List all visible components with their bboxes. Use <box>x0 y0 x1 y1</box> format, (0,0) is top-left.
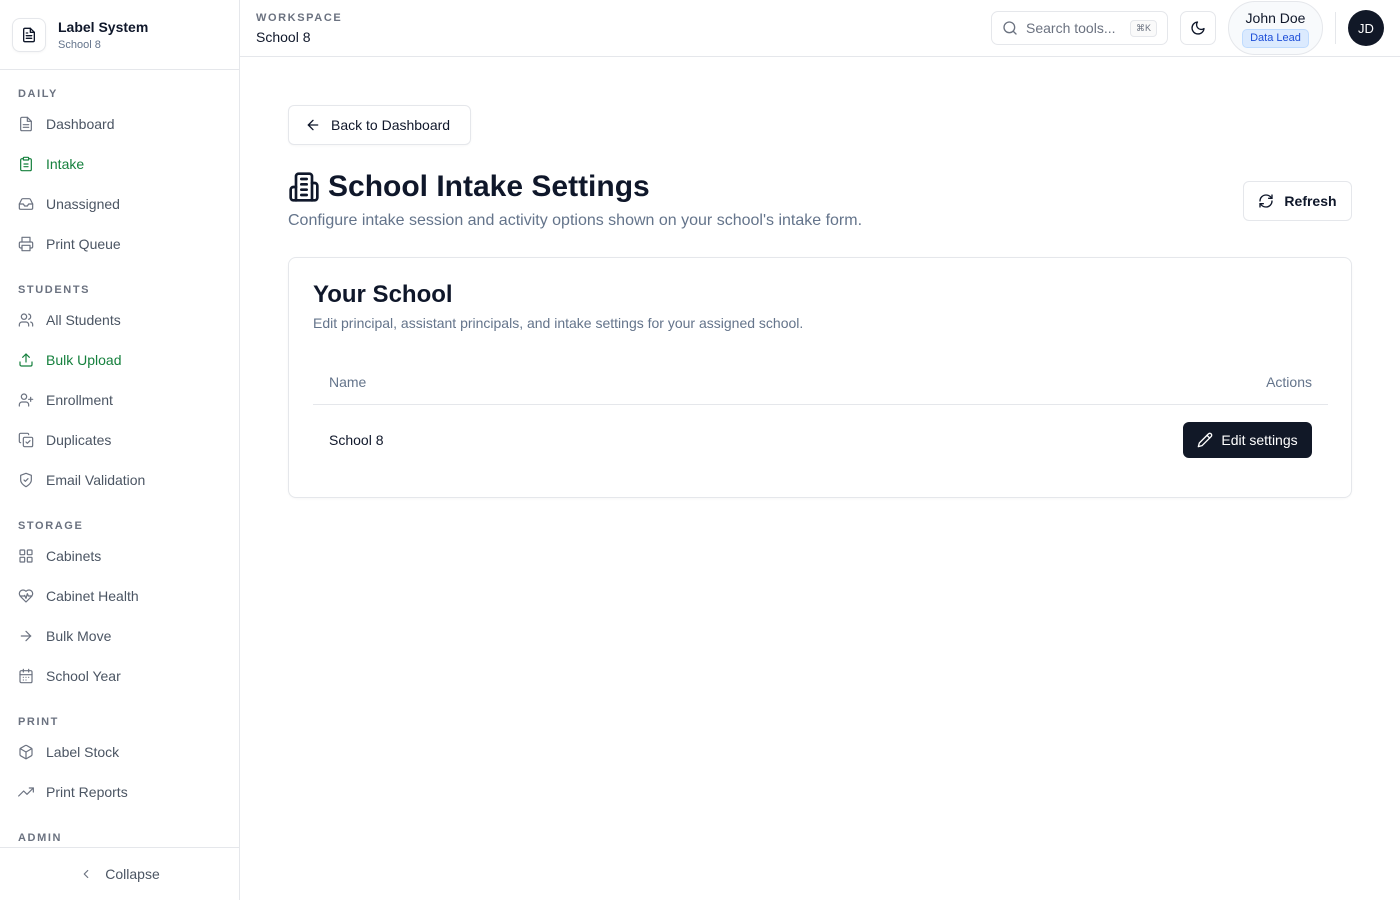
sidebar-item-label: Bulk Upload <box>46 352 122 368</box>
pencil-icon <box>1197 432 1213 448</box>
box-icon <box>18 744 34 760</box>
card-title: Your School <box>313 281 453 308</box>
edit-settings-label: Edit settings <box>1221 432 1298 448</box>
schools-table: Name Actions School 8 Edit settings <box>313 360 1328 475</box>
sidebar-item-cabinets[interactable]: Cabinets <box>0 536 239 576</box>
nav-section-students: STUDENTS <box>18 284 91 296</box>
sidebar-item-label-stock[interactable]: Label Stock <box>0 732 239 772</box>
nav-section-admin: ADMIN <box>18 832 63 844</box>
moon-icon <box>1190 20 1206 36</box>
column-header-name: Name <box>329 374 367 390</box>
card-subtitle: Edit principal, assistant principals, an… <box>313 315 804 331</box>
user-name: John Doe <box>1245 9 1306 26</box>
sidebar-item-email-validation[interactable]: Email Validation <box>0 460 239 500</box>
main-content: Back to Dashboard School Intake Settings… <box>240 57 1400 900</box>
sidebar-item-label: Print Queue <box>46 236 121 252</box>
sidebar-item-label: Print Reports <box>46 784 128 800</box>
header-divider <box>1335 12 1336 44</box>
sidebar-item-bulk-move[interactable]: Bulk Move <box>0 616 239 656</box>
users-icon <box>18 312 34 328</box>
workspace-indicator: WORKSPACE School 8 <box>256 11 342 47</box>
upload-icon <box>18 352 34 368</box>
sidebar-item-unassigned[interactable]: Unassigned <box>0 184 239 224</box>
inbox-icon <box>18 196 34 212</box>
sidebar-item-label: Email Validation <box>46 472 146 488</box>
table-row: School 8 Edit settings <box>313 405 1328 475</box>
sidebar-item-label: Unassigned <box>46 196 120 212</box>
brand[interactable]: Label System School 8 <box>0 0 239 70</box>
sidebar-item-label: Duplicates <box>46 432 112 448</box>
avatar[interactable]: JD <box>1348 10 1384 46</box>
search-placeholder: Search tools... <box>1026 20 1116 36</box>
grid-icon <box>18 548 34 564</box>
school-name-cell: School 8 <box>329 432 384 448</box>
refresh-button[interactable]: Refresh <box>1243 181 1352 221</box>
sidebar-item-label: Bulk Move <box>46 628 112 644</box>
sidebar-item-label: Intake <box>46 156 85 172</box>
printer-icon <box>18 236 34 252</box>
brand-subtitle: School 8 <box>58 38 101 51</box>
sidebar-item-duplicates[interactable]: Duplicates <box>0 420 239 460</box>
sidebar-item-all-students[interactable]: All Students <box>0 300 239 340</box>
theme-toggle-button[interactable] <box>1180 11 1216 45</box>
chevron-left-icon <box>79 867 93 881</box>
trending-up-icon <box>18 784 34 800</box>
table-header: Name Actions <box>313 360 1328 405</box>
sidebar-item-print-queue[interactable]: Print Queue <box>0 224 239 264</box>
sidebar-item-label: School Year <box>46 668 121 684</box>
page-subtitle: Configure intake session and activity op… <box>288 212 863 229</box>
top-bar: WORKSPACE School 8 Search tools... ⌘K Jo… <box>240 0 1400 57</box>
collapse-label: Collapse <box>105 866 160 882</box>
sidebar-item-print-reports[interactable]: Print Reports <box>0 772 239 812</box>
page-title: School Intake Settings <box>328 170 650 203</box>
back-button-label: Back to Dashboard <box>331 117 451 133</box>
refresh-label: Refresh <box>1284 193 1337 209</box>
role-badge: Data Lead <box>1242 28 1309 48</box>
sidebar-item-label: Dashboard <box>46 116 115 132</box>
sidebar-item-label: Enrollment <box>46 392 113 408</box>
arrow-right-icon <box>18 628 34 644</box>
search-icon <box>1002 20 1018 36</box>
refresh-icon <box>1258 193 1274 209</box>
brand-title: Label System <box>58 18 149 35</box>
user-plus-icon <box>18 392 34 408</box>
sidebar-item-dashboard[interactable]: Dashboard <box>0 104 239 144</box>
search-input[interactable]: Search tools... ⌘K <box>991 11 1168 45</box>
back-to-dashboard-button[interactable]: Back to Dashboard <box>288 105 471 145</box>
sidebar-item-enrollment[interactable]: Enrollment <box>0 380 239 420</box>
sidebar-item-intake[interactable]: Intake <box>0 144 239 184</box>
shield-check-icon <box>18 472 34 488</box>
nav-section-storage: STORAGE <box>18 520 84 532</box>
building-icon <box>288 171 320 203</box>
collapse-button[interactable]: Collapse <box>0 847 239 900</box>
clipboard-icon <box>18 156 34 172</box>
sidebar-item-school-year[interactable]: School Year <box>0 656 239 696</box>
sidebar-item-label: Cabinet Health <box>46 588 139 604</box>
edit-settings-button[interactable]: Edit settings <box>1183 422 1312 458</box>
sidebar-item-label: Cabinets <box>46 548 102 564</box>
sidebar-nav: DAILY Dashboard Intake Unassigned Print … <box>0 70 239 847</box>
heart-pulse-icon <box>18 588 34 604</box>
file-text-icon <box>18 116 34 132</box>
copy-check-icon <box>18 432 34 448</box>
column-header-actions: Actions <box>1266 374 1312 390</box>
sidebar-item-bulk-upload[interactable]: Bulk Upload <box>0 340 239 380</box>
page-title-row: School Intake Settings <box>288 169 650 205</box>
your-school-card: Your School Edit principal, assistant pr… <box>288 257 1352 498</box>
file-text-icon <box>12 17 46 52</box>
workspace-label: WORKSPACE <box>256 12 343 24</box>
sidebar-item-label: All Students <box>46 312 121 328</box>
sidebar-item-cabinet-health[interactable]: Cabinet Health <box>0 576 239 616</box>
nav-section-daily: DAILY <box>18 88 58 100</box>
arrow-left-icon <box>305 117 321 133</box>
user-menu[interactable]: John Doe Data Lead <box>1228 1 1323 55</box>
workspace-name: School 8 <box>256 29 311 45</box>
sidebar: Label System School 8 DAILY Dashboard In… <box>0 0 240 900</box>
sidebar-item-label: Label Stock <box>46 744 120 760</box>
calendar-icon <box>18 668 34 684</box>
search-shortcut-badge: ⌘K <box>1129 19 1157 37</box>
nav-section-print: PRINT <box>18 716 59 728</box>
